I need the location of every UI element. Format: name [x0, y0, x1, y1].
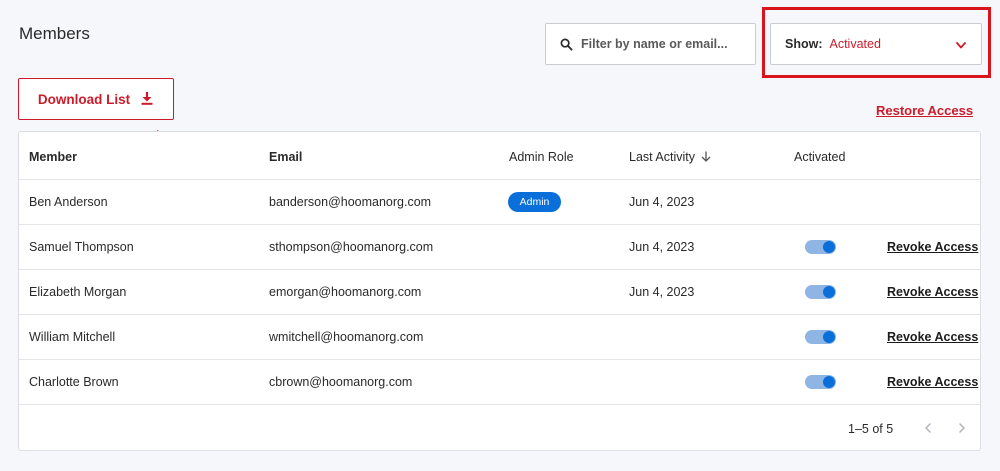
member-email: cbrown@hoomanorg.com	[269, 375, 413, 389]
activated-toggle[interactable]	[805, 285, 836, 299]
table-row: William Mitchell wmitchell@hoomanorg.com…	[19, 315, 980, 360]
table-row: Elizabeth Morgan emorgan@hoomanorg.com J…	[19, 270, 980, 315]
last-activity: Jun 4, 2023	[629, 285, 695, 299]
last-activity: Jun 4, 2023	[629, 195, 695, 209]
column-header-activated: Activated	[794, 150, 846, 164]
column-header-member: Member	[29, 150, 77, 164]
table-row: Samuel Thompson sthompson@hoomanorg.com …	[19, 225, 980, 270]
toggle-knob	[823, 286, 835, 298]
table-header: Member Email Admin Role Last Activity Ac…	[19, 132, 980, 180]
members-table: Member Email Admin Role Last Activity Ac…	[18, 131, 981, 451]
member-name: Ben Anderson	[29, 195, 108, 209]
download-list-button[interactable]: Download List	[18, 78, 174, 120]
revoke-access-link[interactable]: Revoke Access	[887, 330, 978, 344]
member-email: sthompson@hoomanorg.com	[269, 240, 434, 254]
download-icon	[140, 91, 154, 108]
column-header-last-activity[interactable]: Last Activity	[629, 150, 711, 164]
admin-role-badge: Admin	[508, 192, 561, 212]
show-filter-select[interactable]: Show: Activated	[770, 23, 982, 65]
revoke-access-link[interactable]: Revoke Access	[887, 240, 978, 254]
member-name: Elizabeth Morgan	[29, 285, 127, 299]
toggle-knob	[823, 331, 835, 343]
search-box[interactable]	[545, 23, 756, 65]
activated-toggle[interactable]	[805, 240, 836, 254]
chevron-right-icon[interactable]	[956, 422, 968, 434]
chevron-down-icon	[955, 39, 967, 51]
chevron-left-icon[interactable]	[922, 422, 934, 434]
sort-descending-icon	[701, 151, 711, 162]
pagination-range: 1–5 of 5	[848, 422, 894, 436]
member-name: Charlotte Brown	[29, 375, 119, 389]
pagination: 1–5 of 5	[19, 406, 980, 450]
revoke-access-link[interactable]: Revoke Access	[887, 375, 978, 389]
show-filter-label: Show:	[785, 37, 823, 51]
members-page: Members Show: Activated Download List	[0, 0, 1000, 471]
toggle-knob	[823, 241, 835, 253]
search-icon	[560, 38, 573, 51]
member-email: emorgan@hoomanorg.com	[269, 285, 422, 299]
search-input[interactable]	[581, 37, 751, 51]
table-row: Ben Anderson banderson@hoomanorg.com Adm…	[19, 180, 980, 225]
activated-toggle[interactable]	[805, 375, 836, 389]
revoke-access-link[interactable]: Revoke Access	[887, 285, 978, 299]
restore-access-link[interactable]: Restore Access	[876, 103, 973, 118]
member-email: wmitchell@hoomanorg.com	[269, 330, 424, 344]
last-activity: Jun 4, 2023	[629, 240, 695, 254]
page-title: Members	[19, 24, 90, 43]
column-header-admin-role: Admin Role	[509, 150, 574, 164]
column-header-last-activity-label: Last Activity	[629, 150, 695, 164]
toggle-knob	[823, 376, 835, 388]
member-email: banderson@hoomanorg.com	[269, 195, 432, 209]
show-filter-value: Activated	[829, 37, 881, 51]
member-name: William Mitchell	[29, 330, 116, 344]
member-name: Samuel Thompson	[29, 240, 134, 254]
activated-toggle[interactable]	[805, 330, 836, 344]
table-row: Charlotte Brown cbrown@hoomanorg.com Rev…	[19, 360, 980, 405]
download-list-label: Download List	[37, 91, 131, 107]
column-header-email: Email	[269, 150, 303, 164]
